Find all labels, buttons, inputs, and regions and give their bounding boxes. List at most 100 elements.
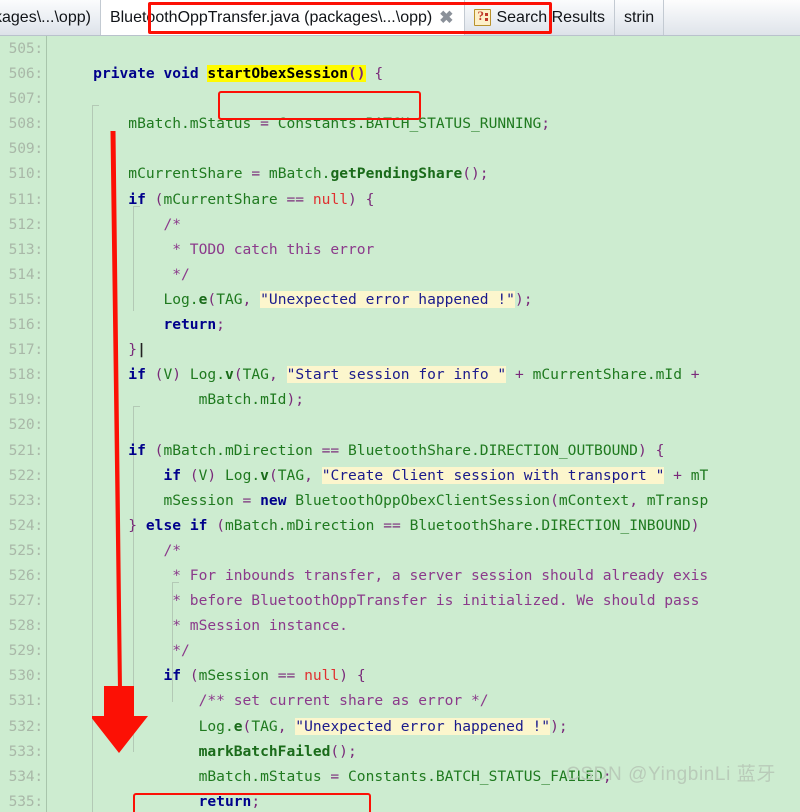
line-content: mBatch.mId); <box>198 391 305 409</box>
line-gutter <box>46 36 52 62</box>
code-line[interactable]: 532: Log.e(TAG, "Unexpected error happen… <box>0 713 800 739</box>
line-number: 507: <box>8 90 44 108</box>
code-line[interactable]: 524: } else if (mBatch.mDirection == Blu… <box>0 512 800 538</box>
line-content: mBatch.mStatus = Constants.BATCH_STATUS_… <box>128 115 551 133</box>
code-line[interactable]: 513: * TODO catch this error <box>0 236 800 262</box>
watermark: CSDN @YingbinLi 蓝牙 <box>566 764 776 785</box>
line-number: 534: <box>8 767 44 785</box>
line-number: 528: <box>8 617 44 635</box>
code-line[interactable]: 519: mBatch.mId); <box>0 387 800 413</box>
line-content: /** set current share as error */ <box>198 692 489 710</box>
code-line[interactable]: 507: <box>0 86 800 112</box>
line-number: 509: <box>8 140 44 158</box>
line-number: 527: <box>8 592 44 610</box>
line-content: if (mBatch.mDirection == BluetoothShare.… <box>128 441 665 459</box>
line-content: }| <box>128 341 146 359</box>
code-lines: 505: 506: private void startObexSession(… <box>0 36 800 812</box>
line-content: * before BluetoothOppTransfer is initial… <box>172 592 700 610</box>
tab-strin[interactable]: strin <box>614 0 665 35</box>
tab-bluetoothopptransfer-java[interactable]: BluetoothOppTransfer.java (packages\...\… <box>100 0 466 35</box>
line-number: 533: <box>8 742 44 760</box>
editor-tab-bar[interactable]: kages\...\opp) BluetoothOppTransfer.java… <box>0 0 800 36</box>
line-number: 521: <box>8 441 44 459</box>
tab-label: BluetoothOppTransfer.java (packages\...\… <box>109 8 433 26</box>
code-line[interactable]: 530: if (mSession == null) { <box>0 663 800 689</box>
line-number: 517: <box>8 341 44 359</box>
line-content: return; <box>198 792 261 810</box>
line-content: Log.e(TAG, "Unexpected error happened !"… <box>163 290 533 308</box>
code-line[interactable]: 518: if (V) Log.v(TAG, "Start session fo… <box>0 362 800 388</box>
code-line[interactable]: 525: /* <box>0 537 800 563</box>
line-content: if (mCurrentShare == null) { <box>128 190 375 208</box>
line-number: 511: <box>8 190 44 208</box>
code-line[interactable]: 515: Log.e(TAG, "Unexpected error happen… <box>0 286 800 313</box>
line-number: 516: <box>8 316 44 334</box>
tab-packages-opp[interactable]: kages\...\opp) <box>0 0 101 35</box>
line-content: private void startObexSession() { <box>93 65 384 83</box>
close-icon[interactable]: ✖ <box>437 9 455 26</box>
line-content: return; <box>163 316 225 334</box>
line-content: if (V) Log.v(TAG, "Start session for inf… <box>128 366 700 384</box>
code-line[interactable]: 527: * before BluetoothOppTransfer is in… <box>0 588 800 614</box>
code-line[interactable]: 523: mSession = new BluetoothOppObexClie… <box>0 487 800 513</box>
line-number: 524: <box>8 516 44 534</box>
line-number: 519: <box>8 391 44 409</box>
code-line[interactable]: 521: if (mBatch.mDirection == BluetoothS… <box>0 437 800 463</box>
line-number: 530: <box>8 667 44 685</box>
code-line[interactable]: 522: if (V) Log.v(TAG, "Create Client se… <box>0 462 800 488</box>
code-line[interactable]: 506: private void startObexSession() { <box>0 61 800 87</box>
line-content: /* <box>163 541 182 559</box>
line-gutter <box>46 136 52 162</box>
line-number: 510: <box>8 165 44 183</box>
line-number: 525: <box>8 541 44 559</box>
line-number: 520: <box>8 416 44 434</box>
tab-label: Search Results <box>496 8 605 26</box>
code-line[interactable]: 512: /* <box>0 211 800 237</box>
line-content: Log.e(TAG, "Unexpected error happened !"… <box>198 717 568 735</box>
tab-label: kages\...\opp) <box>0 8 91 26</box>
code-line[interactable]: 511: if (mCurrentShare == null) { <box>0 186 800 212</box>
line-number: 513: <box>8 240 44 258</box>
line-content: */ <box>172 265 190 283</box>
code-line[interactable]: 510: mCurrentShare = mBatch.getPendingSh… <box>0 161 800 187</box>
line-number: 514: <box>8 265 44 283</box>
line-content: * TODO catch this error <box>172 240 375 258</box>
line-content: */ <box>172 642 190 660</box>
line-content: mSession = new BluetoothOppObexClientSes… <box>163 491 709 509</box>
line-number: 505: <box>8 40 44 57</box>
line-number: 512: <box>8 215 44 233</box>
code-line[interactable]: 526: * For inbounds transfer, a server s… <box>0 562 800 589</box>
tab-search-results[interactable]: Search Results <box>465 0 615 35</box>
line-content: } else if (mBatch.mDirection == Bluetoot… <box>128 516 700 534</box>
code-line[interactable]: 505: <box>0 36 800 62</box>
code-line[interactable]: 516: return; <box>0 312 800 338</box>
line-number: 506: <box>8 65 44 83</box>
code-line[interactable]: 520: <box>0 412 800 438</box>
line-content: if (mSession == null) { <box>163 667 366 685</box>
line-number: 526: <box>8 566 44 584</box>
line-number: 523: <box>8 491 44 509</box>
code-line[interactable]: 508: mBatch.mStatus = Constants.BATCH_ST… <box>0 111 800 137</box>
line-content: * For inbounds transfer, a server sessio… <box>172 566 709 584</box>
line-content: /* <box>163 215 182 233</box>
line-number: 522: <box>8 466 44 484</box>
search-results-icon <box>474 8 492 26</box>
code-line[interactable]: 509: <box>0 136 800 162</box>
line-content: * mSession instance. <box>172 617 348 635</box>
line-number: 532: <box>8 717 44 735</box>
code-line[interactable]: 531: /** set current share as error */ <box>0 688 800 714</box>
code-line[interactable]: 528: * mSession instance. <box>0 613 800 639</box>
line-gutter <box>46 412 52 438</box>
code-line[interactable]: 517: }| <box>0 337 800 363</box>
line-gutter <box>46 86 52 112</box>
code-line[interactable]: 514: */ <box>0 261 800 287</box>
line-number: 508: <box>8 115 44 133</box>
code-editor[interactable]: 505: 506: private void startObexSession(… <box>0 36 800 812</box>
line-number: 535: <box>8 792 44 810</box>
line-number: 531: <box>8 692 44 710</box>
line-content: if (V) Log.v(TAG, "Create Client session… <box>163 466 709 484</box>
code-line[interactable]: 529: */ <box>0 638 800 664</box>
line-content: mCurrentShare = mBatch.getPendingShare()… <box>128 165 489 183</box>
line-number: 518: <box>8 366 44 384</box>
code-line[interactable]: 535: return; <box>0 788 800 812</box>
